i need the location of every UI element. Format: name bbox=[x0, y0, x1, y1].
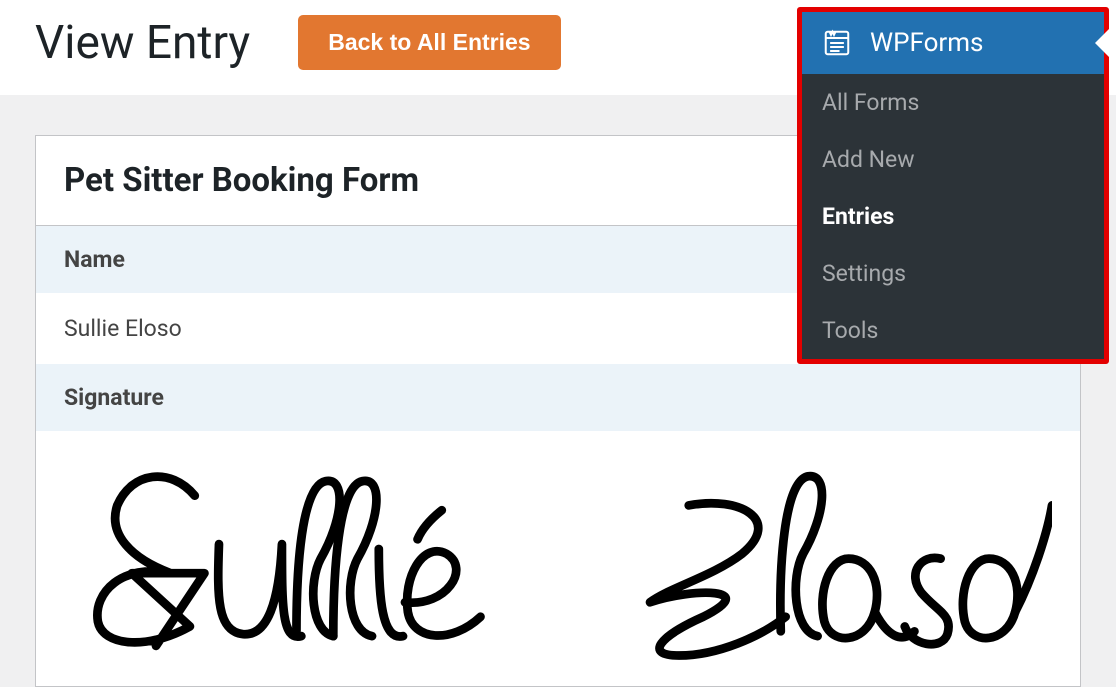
flyout-body: All Forms Add New Entries Settings Tools bbox=[802, 74, 1104, 359]
signature-field-label: Signature bbox=[36, 364, 1080, 431]
page-title: View Entry bbox=[35, 16, 250, 70]
flyout-title: WPForms bbox=[870, 28, 983, 58]
signature-image bbox=[64, 451, 1052, 676]
flyout-item-entries[interactable]: Entries bbox=[802, 188, 1104, 245]
flyout-item-settings[interactable]: Settings bbox=[802, 245, 1104, 302]
flyout-item-all-forms[interactable]: All Forms bbox=[802, 74, 1104, 131]
wpforms-icon bbox=[822, 28, 852, 58]
signature-field-value bbox=[36, 431, 1080, 686]
wpforms-flyout-menu: WPForms All Forms Add New Entries Settin… bbox=[797, 7, 1109, 364]
flyout-item-add-new[interactable]: Add New bbox=[802, 131, 1104, 188]
flyout-header[interactable]: WPForms bbox=[802, 12, 1104, 74]
flyout-item-tools[interactable]: Tools bbox=[802, 302, 1104, 359]
flyout-arrow-icon bbox=[1095, 29, 1109, 57]
back-to-entries-button[interactable]: Back to All Entries bbox=[298, 15, 560, 70]
